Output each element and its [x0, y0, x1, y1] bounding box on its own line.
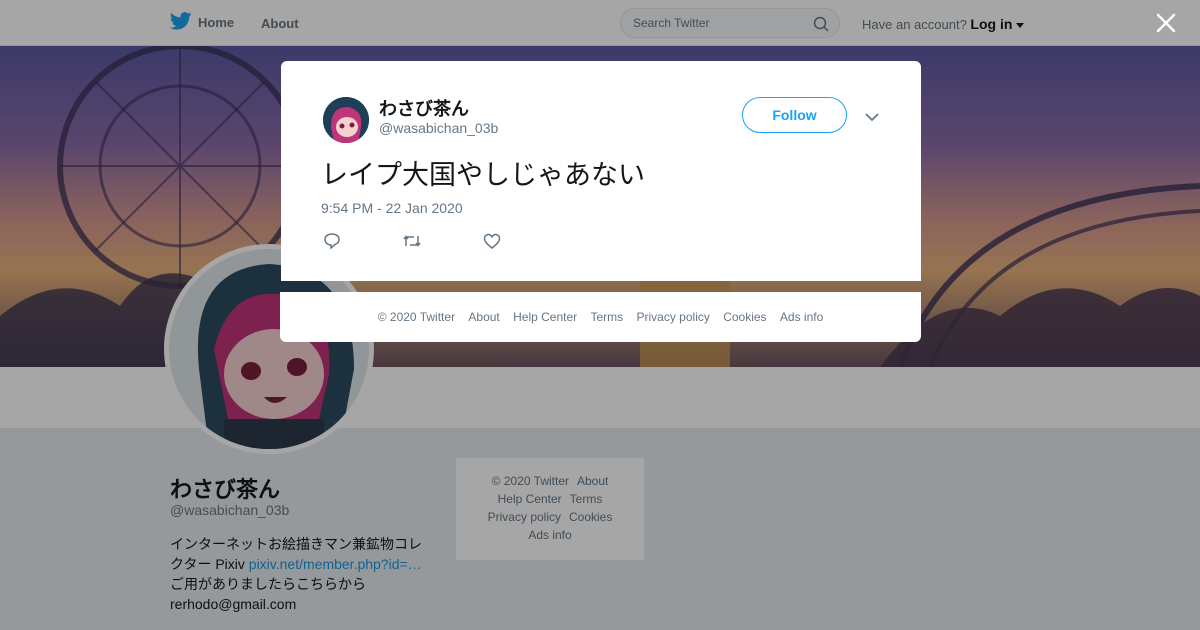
- tweet-author-name[interactable]: わさび茶ん: [379, 95, 469, 121]
- modal-footer-about-link[interactable]: About: [468, 310, 499, 324]
- like-icon[interactable]: [483, 232, 501, 255]
- modal-footer: © 2020 Twitter About Help Center Terms P…: [280, 292, 921, 342]
- modal-footer-ads-link[interactable]: Ads info: [780, 310, 823, 324]
- retweet-icon[interactable]: [402, 232, 422, 255]
- tweet-timestamp[interactable]: 9:54 PM - 22 Jan 2020: [321, 200, 463, 216]
- tweet-author-handle[interactable]: @wasabichan_03b: [379, 120, 498, 136]
- modal-footer-terms-link[interactable]: Terms: [590, 310, 623, 324]
- modal-footer-copyright: © 2020 Twitter: [377, 310, 456, 324]
- tweet-text: レイプ大国やしじゃあない: [321, 160, 645, 190]
- modal-footer-privacy-link[interactable]: Privacy policy: [637, 310, 710, 324]
- chevron-down-icon[interactable]: [865, 109, 879, 127]
- follow-button[interactable]: Follow: [742, 97, 847, 133]
- tweet-card: わさび茶ん @wasabichan_03b Follow レイプ大国やしじゃあな…: [281, 61, 921, 281]
- modal-footer-cookies-link[interactable]: Cookies: [723, 310, 766, 324]
- close-icon[interactable]: [1155, 12, 1177, 39]
- modal-footer-help-link[interactable]: Help Center: [513, 310, 577, 324]
- tweet-author-avatar[interactable]: [323, 97, 369, 143]
- reply-icon[interactable]: [323, 232, 341, 255]
